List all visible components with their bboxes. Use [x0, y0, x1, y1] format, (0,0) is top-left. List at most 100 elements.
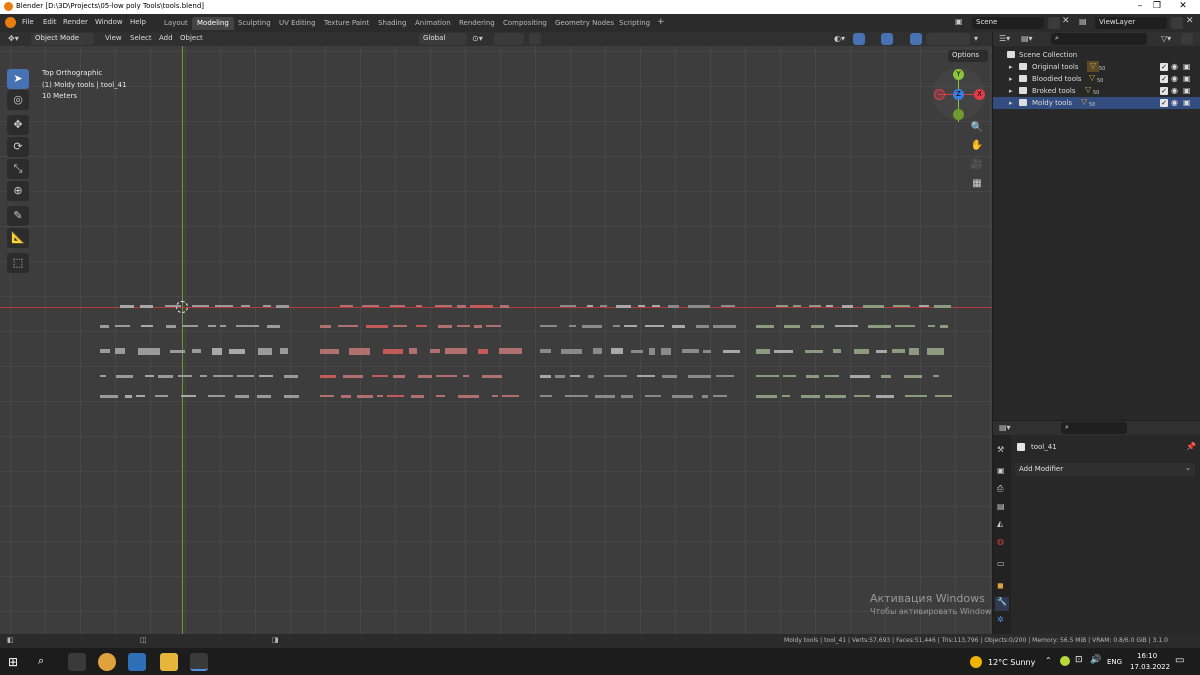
tool-mesh[interactable] [892, 349, 905, 353]
tool-mesh[interactable] [560, 305, 576, 307]
object-visibility-icon[interactable]: ◐▾ [834, 34, 845, 43]
tab-scripting[interactable]: Scripting [614, 17, 655, 30]
tool-mesh[interactable] [806, 374, 819, 378]
tool-mesh[interactable] [500, 304, 509, 308]
tool-mesh[interactable] [645, 395, 661, 397]
delete-scene-icon[interactable]: ✕ [1062, 16, 1070, 26]
tool-mesh[interactable] [540, 374, 551, 378]
tool-mesh[interactable] [611, 348, 623, 354]
tool-mesh[interactable] [881, 374, 891, 378]
tool-mesh[interactable] [178, 375, 192, 377]
chrome-icon[interactable] [98, 653, 116, 671]
tool-mesh[interactable] [372, 375, 388, 377]
exclude-checkbox[interactable]: ✓ [1160, 63, 1168, 71]
visibility-eye-icon[interactable]: ◉ [1171, 62, 1178, 71]
tool-mesh[interactable] [192, 305, 209, 307]
particles-tab-icon[interactable]: ✲ [997, 615, 1004, 624]
tool-mesh[interactable] [366, 324, 388, 328]
visibility-eye-icon[interactable]: ◉ [1171, 98, 1178, 107]
tray-overflow-icon[interactable]: ⌃ [1045, 656, 1052, 665]
tool-mesh[interactable] [141, 325, 153, 327]
modifier-tab-icon[interactable]: 🔧 [995, 597, 1009, 611]
tool-mesh[interactable] [182, 325, 198, 327]
pan-hand-icon[interactable]: ✋ [970, 140, 984, 154]
tab-modeling[interactable]: Modeling [192, 17, 234, 30]
tool-mesh[interactable] [486, 325, 501, 327]
tool-mesh[interactable] [624, 325, 637, 327]
view-layer-field[interactable]: ViewLayer [1095, 17, 1167, 29]
tool-mesh[interactable] [436, 395, 445, 397]
menu-window[interactable]: Window [95, 18, 123, 26]
render-tab-icon[interactable]: ▣ [997, 466, 1005, 475]
ortho-grid-icon[interactable]: ▦ [970, 178, 984, 192]
tool-mesh[interactable] [826, 305, 833, 307]
blender-taskbar-icon[interactable] [190, 653, 208, 671]
tool-mesh[interactable] [284, 374, 298, 378]
tool-mesh[interactable] [438, 324, 452, 328]
tool-mesh[interactable] [212, 347, 222, 355]
tool-mesh[interactable] [555, 374, 565, 378]
tool-mesh[interactable] [716, 375, 734, 377]
new-collection-icon[interactable] [1181, 33, 1193, 44]
tool-mesh[interactable] [457, 325, 470, 327]
tool-mesh[interactable] [540, 349, 551, 353]
annotate-tool-icon[interactable]: ✎ [7, 206, 29, 226]
calculator-icon[interactable] [128, 653, 146, 671]
tool-mesh[interactable] [682, 349, 699, 353]
tool-mesh[interactable] [237, 375, 254, 377]
tool-mesh[interactable] [200, 375, 207, 377]
pivot-point-icon[interactable]: ⊙▾ [472, 34, 483, 43]
maximize-button[interactable]: ❐ [1147, 1, 1167, 11]
weather-text[interactable]: 12°C Sunny [988, 658, 1035, 667]
tool-mesh[interactable] [280, 348, 288, 354]
tool-mesh[interactable] [416, 305, 422, 307]
tool-mesh[interactable] [170, 349, 185, 353]
measure-tool-icon[interactable]: 📐 [7, 228, 29, 248]
tool-mesh[interactable] [904, 374, 922, 378]
select-box-tool-icon[interactable]: ➤ [7, 69, 29, 89]
new-scene-icon[interactable] [1048, 17, 1060, 29]
tool-mesh[interactable] [688, 374, 711, 378]
tab-shading[interactable]: Shading [373, 17, 411, 30]
gizmo-neg-x-axis[interactable] [934, 89, 945, 100]
tool-mesh[interactable] [457, 304, 466, 308]
tool-mesh[interactable] [661, 347, 671, 355]
tool-mesh[interactable] [100, 324, 109, 328]
gizmo-toggle-icon[interactable] [853, 33, 865, 45]
tray-app-icon[interactable] [1060, 656, 1070, 666]
viewport-menu-add[interactable]: Add [159, 34, 173, 42]
tool-mesh[interactable] [774, 349, 793, 353]
exclude-checkbox[interactable]: ✓ [1160, 87, 1168, 95]
tool-mesh[interactable] [863, 304, 884, 308]
transform-orientation-dropdown[interactable]: Global [419, 33, 467, 45]
3d-cursor-icon[interactable] [176, 301, 188, 313]
pin-icon[interactable]: 📌 [1186, 442, 1196, 451]
tool-mesh[interactable] [393, 325, 407, 327]
tool-mesh[interactable] [595, 394, 615, 398]
tool-mesh[interactable] [600, 305, 607, 307]
add-cube-tool-icon[interactable]: ⬚ [7, 253, 29, 273]
tool-mesh[interactable] [876, 394, 894, 398]
add-workspace-button[interactable]: + [652, 15, 670, 28]
tool-mesh[interactable] [824, 375, 839, 377]
delete-view-layer-icon[interactable]: ✕ [1186, 16, 1194, 26]
shading-options-icon[interactable]: ▾ [974, 34, 978, 43]
tool-mesh[interactable] [928, 325, 935, 327]
tool-mesh[interactable] [192, 349, 201, 353]
tool-mesh[interactable] [893, 305, 910, 307]
tool-mesh[interactable] [854, 395, 870, 397]
tool-mesh[interactable] [208, 325, 216, 327]
tool-mesh[interactable] [540, 395, 552, 397]
visibility-eye-icon[interactable]: ◉ [1171, 74, 1178, 83]
collection-tab-icon[interactable]: ▭ [997, 559, 1005, 568]
tool-mesh[interactable] [645, 325, 664, 327]
tool-mesh[interactable] [263, 305, 271, 307]
tool-mesh[interactable] [165, 305, 181, 307]
tool-mesh[interactable] [776, 305, 788, 307]
tool-mesh[interactable] [470, 304, 493, 308]
tool-mesh[interactable] [100, 375, 106, 377]
tool-mesh[interactable] [343, 374, 363, 378]
rotate-tool-icon[interactable]: ⟳ [7, 137, 29, 157]
shading-mode-icon[interactable] [926, 33, 970, 45]
tool-mesh[interactable] [100, 394, 118, 398]
